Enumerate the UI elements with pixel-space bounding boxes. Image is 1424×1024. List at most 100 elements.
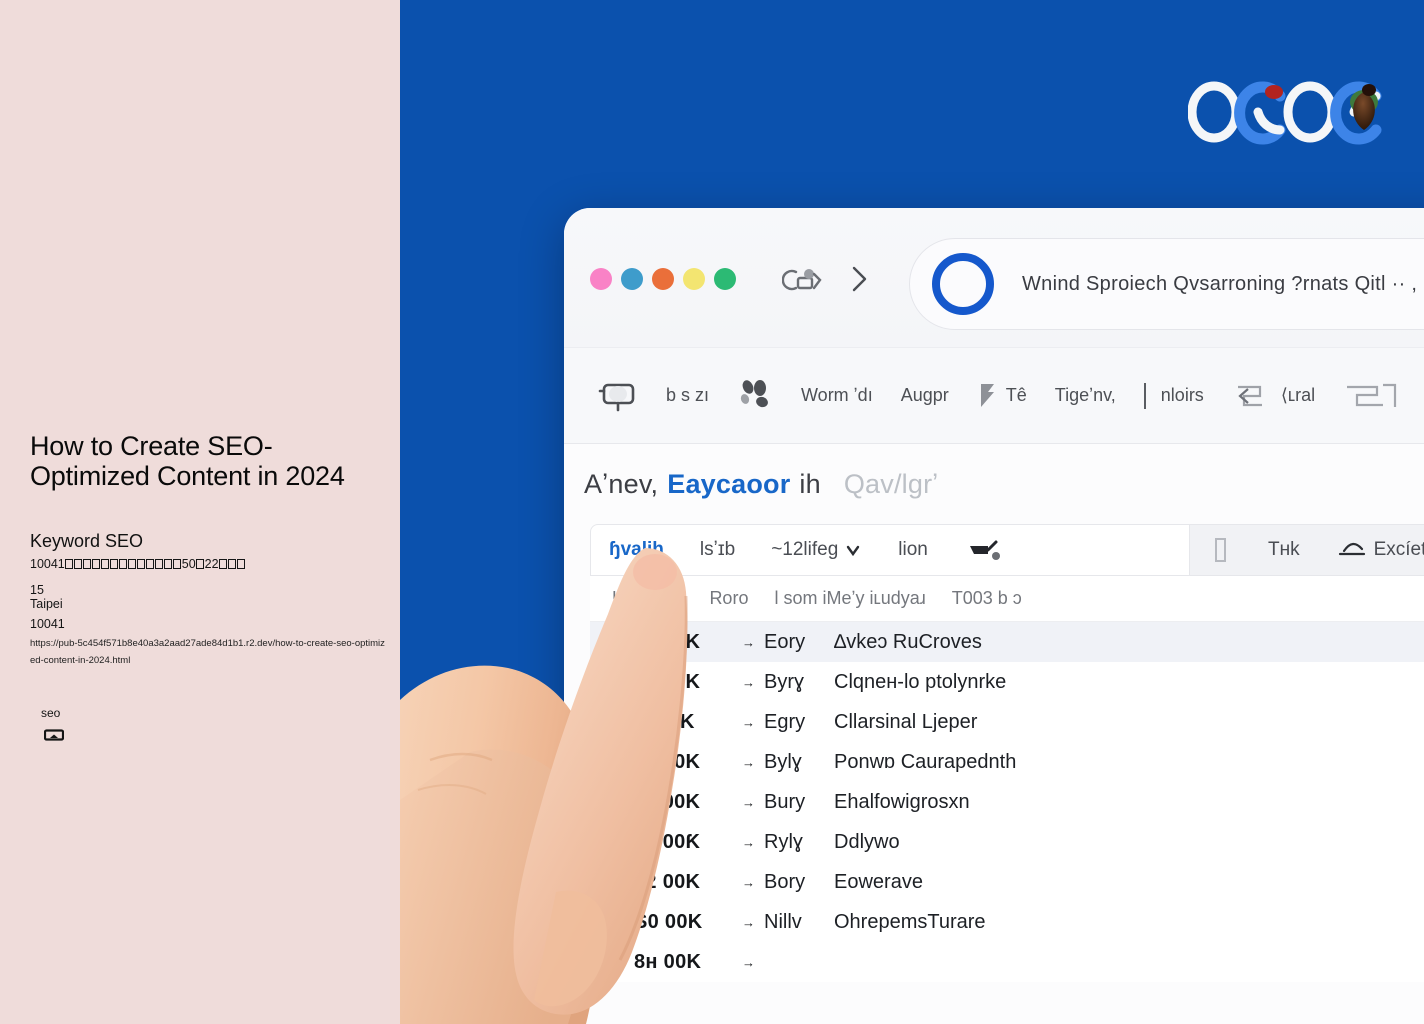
filter-cursor-button[interactable] xyxy=(946,536,1022,564)
row-label: Ehalfowigrosxn xyxy=(834,790,970,813)
filter-tab-lion[interactable]: lion xyxy=(880,539,946,561)
meta-city: Taipei xyxy=(30,597,63,611)
brand-logo-icon xyxy=(1188,81,1382,145)
toolbar-item-panel[interactable] xyxy=(1329,381,1413,411)
table-column-header: Hlʼy ounɪ Roro l som iMeʼy iʟudyaɹ T003 … xyxy=(590,576,1424,622)
tofu-glyph xyxy=(119,559,128,569)
tofu-glyph xyxy=(146,559,155,569)
table-row[interactable]: S0 00K → Nillv OhrepemsTurare xyxy=(590,902,1424,942)
toolbar-item-label: Tê xyxy=(1005,385,1027,405)
filter-tail-exciton[interactable]: Excíetonı xyxy=(1318,538,1424,562)
toolbar-item-augpr[interactable]: Auɡpr xyxy=(887,385,963,406)
column-header-label: Hlʼy ounɪ xyxy=(612,588,684,608)
filter-tail-label: Tʜk xyxy=(1268,539,1300,560)
row-tag: Bury xyxy=(764,790,806,813)
row-label: Ddlywo xyxy=(834,830,900,853)
row-volume: 8ʜ 00K xyxy=(634,950,702,973)
panel-icon xyxy=(1347,383,1397,407)
divider-icon xyxy=(1143,382,1146,409)
table-row[interactable]: 17 00Ƙ → Rylɣ Ddlywo xyxy=(590,822,1424,862)
window-control-dot[interactable] xyxy=(652,268,674,290)
table-row[interactable]: 68 00K → Eory ∆vkeɔ RuCroves xyxy=(590,622,1424,662)
card-icon xyxy=(44,729,64,741)
filter-tab-label: ɧvalih xyxy=(609,539,664,560)
row-volume: 13 00K xyxy=(634,670,701,693)
bracket-icon xyxy=(1237,385,1262,406)
toolbar-item-kural[interactable]: ⟨ʟral xyxy=(1218,381,1329,411)
column-header-label: T003 b ɔ xyxy=(951,588,1022,608)
toolbar-item-tigenv[interactable]: Tigeʼnv, xyxy=(1041,385,1130,406)
column-header-label: l som iMeʼy iʟudyaɹ xyxy=(774,588,926,608)
column-header-cell[interactable]: l som iMeʼy iʟudyaɹ xyxy=(774,588,951,609)
column-icon xyxy=(1215,538,1226,562)
toolbar-item-flag[interactable]: Tê xyxy=(963,381,1041,411)
table-row[interactable]: 8ʜ 00K → xyxy=(590,942,1424,982)
row-label: Ponwɒ Caurapednth xyxy=(834,750,1017,773)
flag-icon xyxy=(980,383,994,407)
tofu-glyph xyxy=(74,559,83,569)
toolbar-item-chat[interactable] xyxy=(584,379,652,413)
row-trend-icon: → xyxy=(742,954,755,970)
address-bar-text[interactable]: Wnind Sproiech Qvsarroning ?rnats Qitl ·… xyxy=(1022,273,1417,296)
row-tag: Rylɣ xyxy=(764,830,803,853)
tofu-glyph xyxy=(83,559,92,569)
column-header-cell[interactable]: Roro xyxy=(709,588,774,609)
row-label: Cllarsinal Ljeper xyxy=(834,710,978,733)
toolbar-item-paw[interactable] xyxy=(723,379,787,413)
meta-address-mid2: 22 xyxy=(204,557,219,571)
table-row[interactable]: 32 00K → Bury Ehalfowigrosxn xyxy=(590,782,1424,822)
filter-dropdown-label: ~12lifeɡ xyxy=(771,539,839,560)
article-url[interactable]: https://pub-5c454f571b8e40a3a2aad27ade84… xyxy=(30,636,390,669)
meta-zip: 10041 xyxy=(30,617,65,631)
row-trend-icon: → xyxy=(742,874,755,890)
table-row[interactable]: 32 00K → Bory Eowerave xyxy=(590,862,1424,902)
filter-tail-label: Excíetonı xyxy=(1373,539,1424,560)
column-header-cell[interactable]: T003 b ɔ xyxy=(952,588,1048,609)
toolbar-item-label: nloirs xyxy=(1160,385,1204,405)
chevron-right-icon[interactable] xyxy=(846,262,872,296)
toolbar-item-b-s-z[interactable]: b s zı xyxy=(652,385,723,406)
row-volume: 32 00K xyxy=(634,790,701,813)
tofu-glyph xyxy=(164,559,173,569)
heading-part-4: Qav/lgrʼ xyxy=(843,468,939,499)
tofu-glyph xyxy=(128,559,137,569)
table-row[interactable]: 8I 00K → Egry Cllarsinal Ljeper xyxy=(590,702,1424,742)
filter-tab-label: lion xyxy=(898,539,928,560)
article-subtitle: Keyword SEO xyxy=(30,531,144,551)
article-sidebar: How to Create SEO-Optimized Content in 2… xyxy=(0,0,400,1024)
window-control-dot[interactable] xyxy=(683,268,705,290)
filter-column-button[interactable] xyxy=(1190,535,1250,565)
window-control-dot[interactable] xyxy=(714,268,736,290)
blue-stage: Wnind Sproiech Qvsarroning ?rnats Qitl ·… xyxy=(400,0,1424,1024)
row-tag: Bory xyxy=(764,870,806,893)
article-tag: seo xyxy=(41,706,61,720)
column-header-label: Roro xyxy=(709,588,749,608)
heading-part-3: ih xyxy=(799,468,821,499)
browser-logo-icon xyxy=(932,253,994,315)
toolbar-item-worm[interactable]: Worm ʼdı xyxy=(787,385,887,406)
filter-dropdown-12lifeg[interactable]: ~12lifeɡ xyxy=(753,539,880,561)
address-bar[interactable]: Wnind Sproiech Qvsarroning ?rnats Qitl ·… xyxy=(909,238,1424,330)
underline-icon xyxy=(1338,542,1365,556)
column-header-cell[interactable]: Hlʼy ounɪ xyxy=(612,588,709,609)
filter-tab-lsib[interactable]: lsʼɪb xyxy=(682,539,753,561)
filter-tab-active[interactable]: ɧvalih xyxy=(591,539,682,561)
row-volume: 32 00K xyxy=(634,870,701,893)
tabs-icon[interactable] xyxy=(782,266,826,294)
table-row[interactable]: 80 00K → Bylɣ Ponwɒ Caurapednth xyxy=(590,742,1424,782)
browser-window: Wnind Sproiech Qvsarroning ?rnats Qitl ·… xyxy=(564,208,1424,1024)
row-volume: 80 00K xyxy=(634,750,701,773)
window-control-dot[interactable] xyxy=(590,268,612,290)
table-row[interactable]: 13 00K → Byrɣ Clqneн-lo ptolynrke xyxy=(590,662,1424,702)
tofu-glyph xyxy=(155,559,164,569)
filter-tail-tk[interactable]: Tʜk xyxy=(1250,539,1318,561)
filter-tab-label: lsʼɪb xyxy=(699,539,736,560)
window-control-dot[interactable] xyxy=(621,268,643,290)
toolbar-item-label: Tigeʼnv, xyxy=(1054,385,1116,405)
row-label: Eowerave xyxy=(834,870,923,893)
meta-address-prefix: 10041 xyxy=(30,557,65,571)
window-controls[interactable] xyxy=(590,268,736,290)
toolbar-item-nloirs[interactable]: nloirs xyxy=(1130,382,1218,409)
toolbar-item-label: Auɡpr xyxy=(900,385,949,405)
tofu-glyph xyxy=(110,559,119,569)
